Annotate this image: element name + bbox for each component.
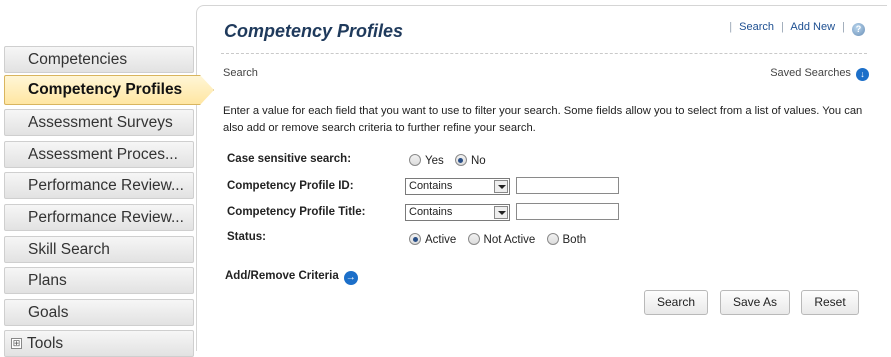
arrow-right-icon[interactable]: →: [343, 271, 358, 285]
sidebar-item-performance-review-2[interactable]: Performance Review...: [4, 204, 194, 231]
profile-id-operator-select[interactable]: Contains: [405, 178, 510, 195]
search-button[interactable]: Search: [644, 290, 708, 315]
status-both-radio[interactable]: [546, 233, 559, 245]
search-instructions: Enter a value for each field that you wa…: [223, 105, 863, 134]
arrow-down-icon[interactable]: ↓: [856, 68, 869, 81]
save-as-button[interactable]: Save As: [720, 290, 790, 315]
add-remove-criteria-label: Add/Remove Criteria: [225, 270, 339, 282]
link-separator: |: [842, 21, 845, 33]
competency-profile-id-label: Competency Profile ID:: [227, 180, 354, 192]
sidebar-item-goals[interactable]: Goals: [4, 299, 194, 326]
sidebar-item-skill-search[interactable]: Skill Search: [4, 236, 194, 263]
sidebar-item-performance-review-1[interactable]: Performance Review...: [4, 172, 194, 199]
profile-id-input[interactable]: [516, 177, 619, 194]
sidebar-item-competencies[interactable]: Competencies: [4, 46, 194, 73]
content-panel: Competency Profiles | Search | Add New |…: [196, 5, 887, 351]
sidebar-item-assessment-processes[interactable]: Assessment Proces...: [4, 141, 194, 168]
select-value: Contains: [409, 180, 453, 192]
status-not-active-radio[interactable]: [467, 233, 480, 245]
saved-searches-label: Saved Searches: [770, 67, 851, 79]
dropdown-arrow-icon[interactable]: [494, 180, 508, 193]
link-separator: |: [781, 21, 784, 33]
reset-button[interactable]: Reset: [801, 290, 859, 315]
case-sensitive-radio-group: Yes No: [409, 154, 494, 167]
case-sensitive-yes-radio[interactable]: [409, 154, 421, 166]
header-links: | Search | Add New | ?: [725, 21, 865, 36]
radio-label: Both: [562, 234, 587, 246]
add-remove-criteria-link[interactable]: Add/Remove Criteria →: [225, 270, 358, 285]
dropdown-arrow-icon[interactable]: [494, 206, 508, 219]
profile-title-operator-select[interactable]: Contains: [405, 204, 510, 221]
sidebar-item-plans[interactable]: Plans: [4, 267, 194, 294]
sidebar: Competencies Competency Profiles Assessm…: [0, 0, 214, 357]
sidebar-item-assessment-surveys[interactable]: Assessment Surveys: [4, 109, 194, 136]
divider: [221, 53, 867, 54]
radio-label: Active: [425, 234, 457, 246]
add-new-link[interactable]: Add New: [790, 21, 835, 33]
select-value: Contains: [409, 206, 453, 218]
radio-label: Yes: [425, 155, 444, 167]
radio-label: Not Active: [483, 234, 536, 246]
status-label: Status:: [227, 231, 266, 243]
help-icon[interactable]: ?: [852, 23, 865, 36]
case-sensitive-no-radio[interactable]: [454, 154, 467, 166]
case-sensitive-label: Case sensitive search:: [227, 153, 352, 165]
status-radio-group: Active Not Active Both: [409, 233, 594, 246]
profile-title-input[interactable]: [516, 203, 619, 220]
saved-searches-link[interactable]: Saved Searches ↓: [770, 67, 869, 81]
radio-label: No: [470, 155, 486, 167]
page-title: Competency Profiles: [224, 21, 404, 41]
sidebar-item-competency-profiles[interactable]: Competency Profiles: [4, 75, 214, 105]
status-active-radio[interactable]: [409, 233, 421, 245]
search-link[interactable]: Search: [739, 21, 774, 33]
link-separator: |: [729, 21, 733, 33]
search-section-label: Search: [223, 67, 258, 79]
competency-profile-title-label: Competency Profile Title:: [227, 206, 366, 218]
